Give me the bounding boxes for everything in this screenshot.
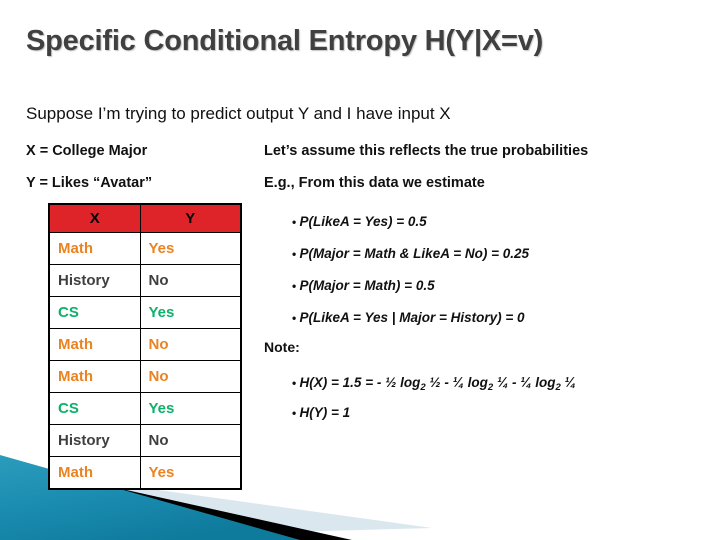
definitions-block: X = College Major Y = Likes “Avatar”: [26, 143, 152, 207]
cell-x: CS: [48, 392, 141, 425]
cell-x: CS: [48, 296, 141, 329]
note-label: Note:: [264, 339, 300, 355]
column-header-x: X: [48, 203, 141, 233]
cell-y: Yes: [139, 392, 242, 425]
table-row: History No: [48, 264, 242, 297]
assumption-estimate: E.g., From this data we estimate: [264, 175, 485, 191]
table-row: CS Yes: [48, 392, 242, 425]
probability-item: P(Major = Math & LikeA = No) = 0.25: [292, 238, 529, 270]
cell-y: No: [139, 424, 242, 457]
cell-x: Math: [48, 328, 141, 361]
table-row: History No: [48, 424, 242, 457]
note-list: H(X) = 1.5 = - ½ log2 ½ - ¼ log2 ¼ - ¼ l…: [292, 368, 576, 428]
note-item: H(X) = 1.5 = - ½ log2 ½ - ¼ log2 ¼ - ¼ l…: [292, 368, 576, 398]
table-row: Math No: [48, 360, 242, 393]
cell-x: History: [48, 424, 141, 457]
definition-x: X = College Major: [26, 143, 148, 159]
cell-x: Math: [48, 456, 141, 490]
cell-y: No: [139, 328, 242, 361]
cell-y: Yes: [139, 296, 242, 329]
assumptions-block: Let’s assume this reflects the true prob…: [264, 143, 588, 207]
cell-y: No: [139, 360, 242, 393]
lead-text: Suppose I’m trying to predict output Y a…: [26, 104, 451, 123]
table-row: Math Yes: [48, 232, 242, 265]
page-title: Specific Conditional Entropy H(Y|X=v): [26, 25, 544, 57]
column-header-y: Y: [139, 203, 242, 233]
assumption-true-probabilities: Let’s assume this reflects the true prob…: [264, 143, 589, 159]
table-body: Math Yes History No CS Yes Math No Math No CS Yes Hi…: [48, 232, 242, 490]
cell-x: History: [48, 264, 141, 297]
cell-y: Yes: [139, 456, 242, 490]
note-item: H(Y) = 1: [292, 398, 576, 428]
table-row: CS Yes: [48, 296, 242, 329]
slide: Specific Conditional Entropy H(Y|X=v) Su…: [0, 0, 720, 540]
cell-y: No: [139, 264, 242, 297]
table-row: Math Yes: [48, 456, 242, 490]
table-row: Math No: [48, 328, 242, 361]
table-header-row: X Y: [48, 203, 242, 233]
probability-item: P(LikeA = Yes) = 0.5: [292, 206, 529, 238]
cell-y: Yes: [139, 232, 242, 265]
cell-x: Math: [48, 360, 141, 393]
probability-item: P(LikeA = Yes | Major = History) = 0: [292, 302, 529, 334]
probability-item: P(Major = Math) = 0.5: [292, 270, 529, 302]
cell-x: Math: [48, 232, 141, 265]
probability-list: P(LikeA = Yes) = 0.5P(Major = Math & Lik…: [292, 206, 529, 334]
data-table: X Y Math Yes History No CS Yes Math No Math No CS Y…: [48, 203, 242, 490]
